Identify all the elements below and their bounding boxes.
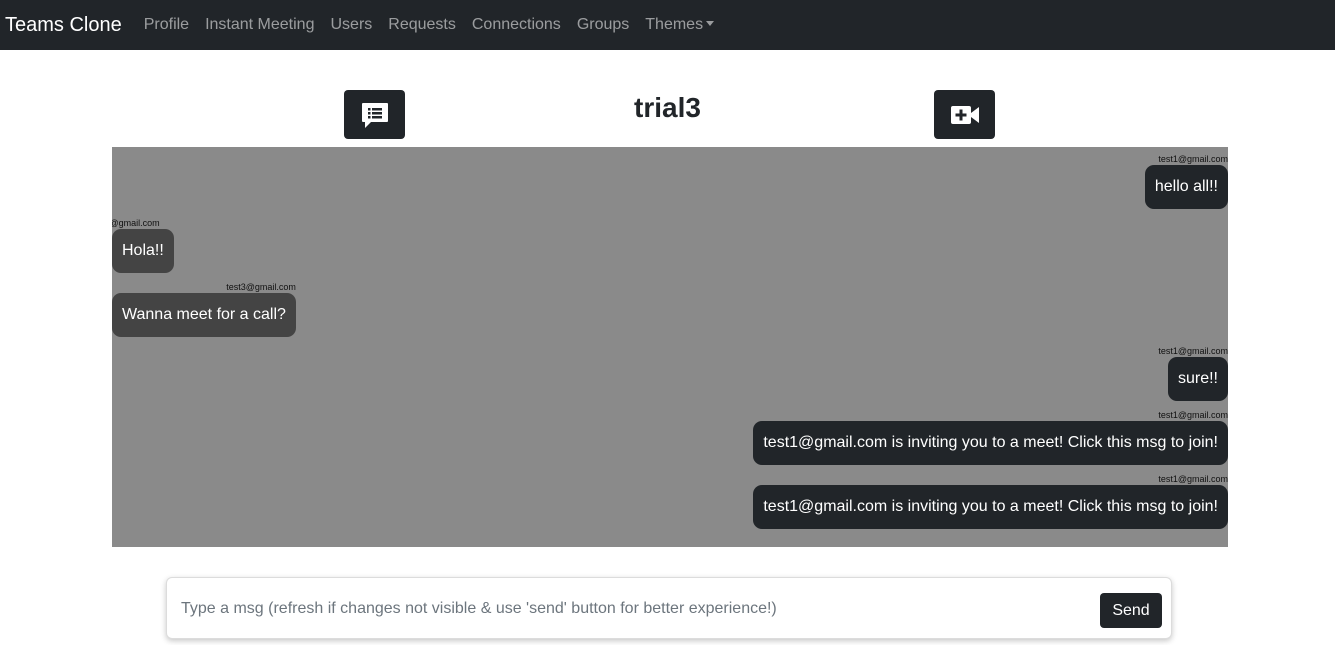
- nav-requests[interactable]: Requests: [388, 16, 456, 34]
- message-bubble: hello all!!: [1144, 165, 1228, 209]
- message-item: test3@gmail.com Hola!!: [112, 217, 174, 273]
- message-item: test1@gmail.com test1@gmail.com is invit…: [753, 409, 1228, 465]
- meeting-invite-bubble[interactable]: test1@gmail.com is inviting you to a mee…: [753, 485, 1228, 529]
- chat-button[interactable]: [344, 90, 405, 139]
- nav-groups[interactable]: Groups: [577, 16, 629, 34]
- video-plus-icon: [950, 105, 979, 124]
- message-bubble: sure!!: [1167, 357, 1228, 401]
- page-title: trial3: [634, 92, 701, 123]
- themes-dropdown[interactable]: Themes: [645, 16, 715, 34]
- message-sender: test1@gmail.com: [1158, 154, 1228, 164]
- video-call-button[interactable]: [934, 90, 995, 139]
- message-sender: test1@gmail.com: [1158, 474, 1228, 484]
- nav-instant-meeting[interactable]: Instant Meeting: [205, 16, 314, 34]
- message-square-icon: [361, 102, 388, 128]
- message-bubble: Wanna meet for a call?: [112, 293, 296, 337]
- nav-users[interactable]: Users: [330, 16, 372, 34]
- message-sender: test1@gmail.com: [1158, 346, 1228, 356]
- top-navbar: Teams Clone Profile Instant Meeting User…: [0, 0, 1335, 50]
- message-bubble: Hola!!: [112, 229, 174, 273]
- nav-profile[interactable]: Profile: [144, 16, 189, 34]
- message-item: test1@gmail.com test1@gmail.com is invit…: [753, 473, 1228, 529]
- message-sender: test3@gmail.com: [112, 218, 160, 228]
- message-item: test1@gmail.com hello all!!: [1144, 153, 1228, 209]
- message-sender: test1@gmail.com: [1158, 410, 1228, 420]
- chat-messages-panel[interactable]: test1@gmail.com hello all!! test3@gmail.…: [112, 147, 1228, 547]
- message-composer: Send: [166, 577, 1172, 639]
- chevron-down-icon: [706, 21, 715, 26]
- message-item: test3@gmail.com Wanna meet for a call?: [112, 281, 296, 337]
- themes-label: Themes: [645, 16, 704, 33]
- meeting-invite-bubble[interactable]: test1@gmail.com is inviting you to a mee…: [753, 421, 1228, 465]
- message-input[interactable]: [179, 588, 1083, 630]
- send-button[interactable]: Send: [1100, 593, 1162, 628]
- message-item: test1@gmail.com sure!!: [1158, 345, 1228, 401]
- message-sender: test3@gmail.com: [226, 282, 296, 292]
- brand-link[interactable]: Teams Clone: [5, 14, 122, 37]
- nav-connections[interactable]: Connections: [472, 16, 561, 34]
